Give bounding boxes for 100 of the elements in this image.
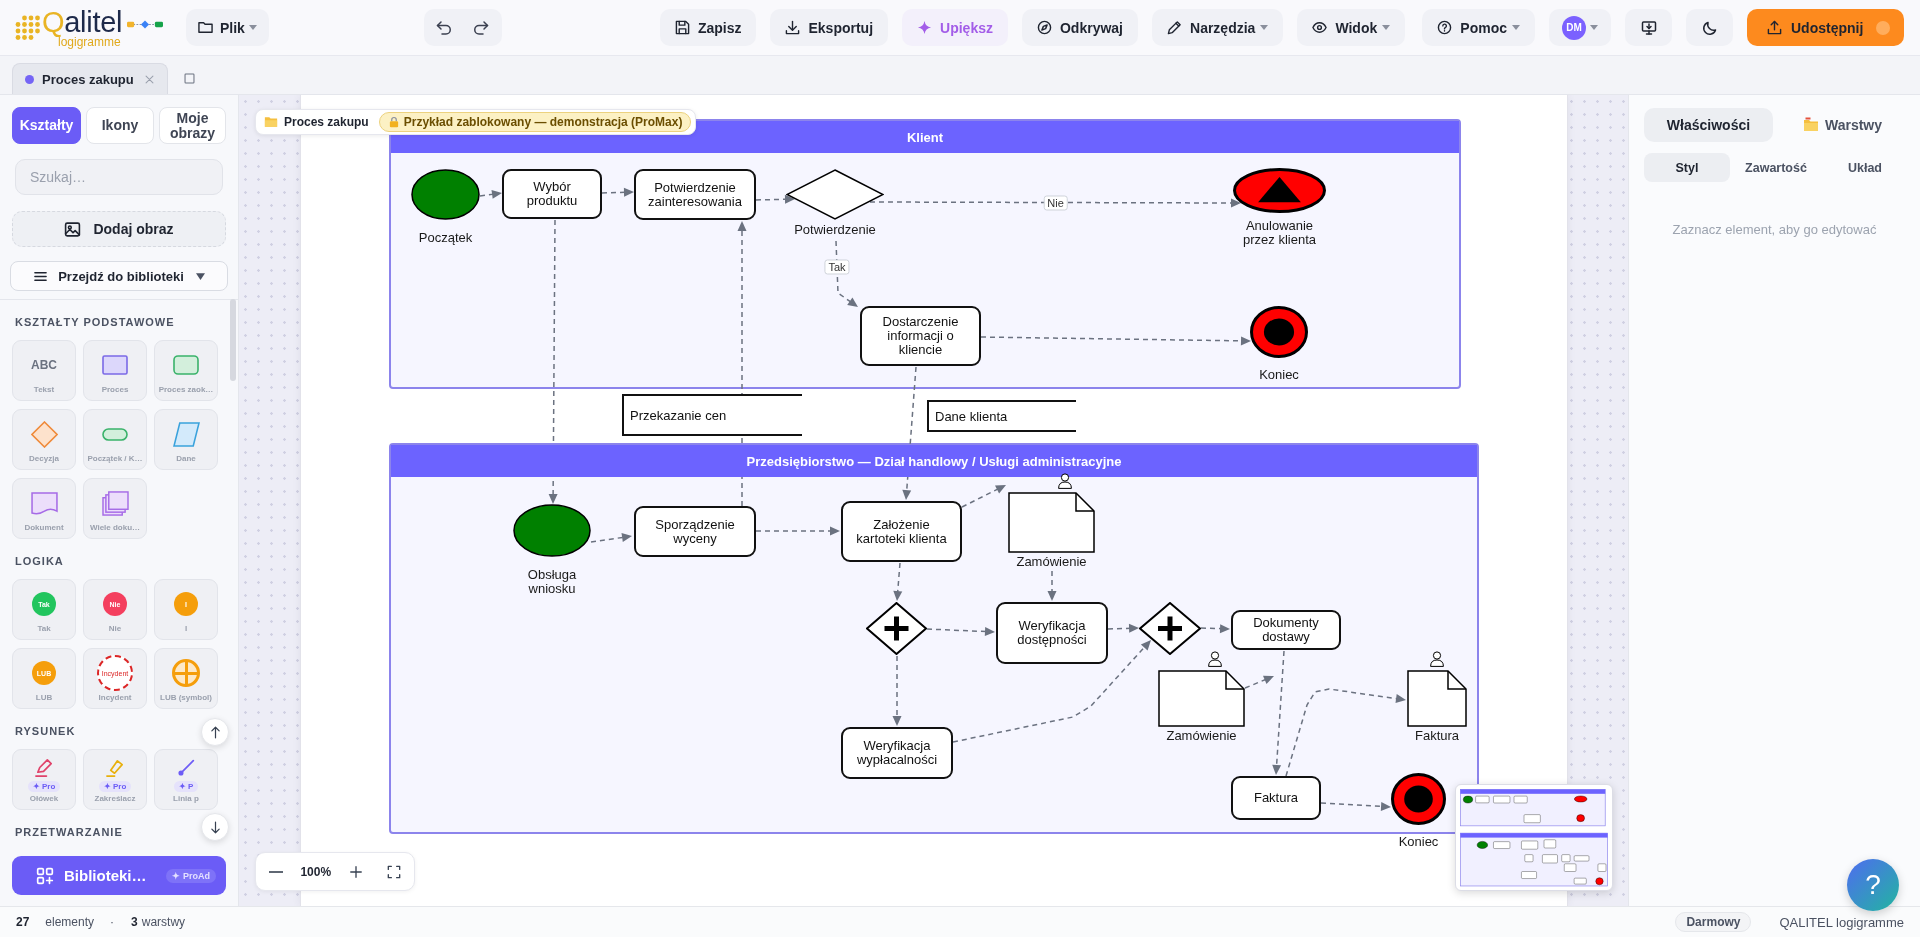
process-step: Założenie kartoteki klienta (841, 501, 962, 562)
document-tab[interactable]: Proces zakupu (12, 63, 168, 94)
share-button[interactable]: Udostępnij (1747, 9, 1904, 46)
layer-count: 3 (131, 915, 138, 929)
sidebar-tab[interactable]: Moje obrazy (159, 107, 226, 144)
shape-tile[interactable]: ✦ Pro Zakreślacz (83, 749, 147, 810)
rounded-rectangle-icon (173, 355, 199, 375)
grid-plus-icon (36, 866, 54, 885)
dot-icon (1876, 20, 1890, 35)
fullscreen-icon (386, 864, 401, 879)
shape-tile[interactable]: ✦ Pro Ołówek (12, 749, 76, 810)
section-heading: RYSUNEK (15, 725, 76, 737)
panel-subtab[interactable]: Styl (1644, 153, 1730, 182)
scroll-down-button[interactable] (201, 813, 229, 841)
sidebar-tab[interactable]: Ikony (86, 107, 154, 144)
pro-badge: ✦ ProAd (166, 868, 216, 883)
document-label: Zamówienie (1016, 555, 1087, 569)
person-icon (1058, 473, 1072, 489)
gateway-label: Potwierdzenie (794, 223, 876, 237)
sparkle-icon (917, 20, 933, 35)
square-icon[interactable] (184, 73, 195, 84)
shape-tile[interactable]: Dane (154, 409, 218, 470)
end-event (1250, 306, 1308, 358)
export-button[interactable]: Eksportuj (770, 9, 889, 46)
section-heading: KSZTAŁTY PODSTAWOWE (15, 316, 175, 328)
file-menu-button[interactable]: Plik (186, 9, 269, 46)
folder-icon (264, 115, 278, 129)
shape-tile[interactable]: LUB (symbol) (154, 648, 218, 709)
diamond-icon (30, 420, 58, 448)
brand-text: QALITEL logigramme (1779, 914, 1904, 930)
pro-badge: ✦ Pro (98, 781, 132, 792)
shape-tile[interactable]: ✦ P Linia p (154, 749, 218, 810)
parallelogram-icon (172, 421, 200, 447)
library-dropdown[interactable]: Przejdź do biblioteki (10, 261, 228, 291)
tools-menu-button[interactable]: Narzędzia (1152, 9, 1284, 46)
layer-count-label: warstwy (141, 915, 186, 929)
flow-diagram-icon (127, 20, 164, 29)
panel-tab[interactable]: Właściwości (1644, 108, 1773, 142)
save-button[interactable]: Zapisz (659, 9, 757, 46)
shape-tile[interactable]: Proces zaok… (154, 340, 218, 401)
shape-tile[interactable]: ABC Tekst (12, 340, 76, 401)
scroll-up-button[interactable] (201, 718, 229, 746)
parallel-gateway (1139, 602, 1201, 655)
demo-notice-text: Przykład zablokowany — demonstracja (ProMax) (403, 115, 683, 129)
breadcrumb-title[interactable]: Proces zakupu (284, 115, 369, 129)
help-menu-button[interactable]: Pomoc (1422, 9, 1535, 46)
process-step: Wybór produktu (502, 169, 602, 219)
panel-subtab[interactable]: Układ (1822, 153, 1908, 182)
element-count-label: elementy (45, 915, 95, 929)
person-icon (1430, 651, 1444, 667)
swimlane-title: Przedsiębiorstwo — Dział handlowy / Usługi administracyjne (746, 453, 1122, 469)
process-step: Dokumenty dostawy (1231, 610, 1341, 650)
pencil-icon (1167, 20, 1182, 35)
process-step: Sporządzenie wyceny (634, 506, 756, 557)
image-icon (64, 220, 82, 238)
monitor-button[interactable] (1625, 9, 1672, 46)
shape-tile[interactable]: Dokument (12, 478, 76, 539)
separator-dot: · (110, 915, 115, 929)
sidebar-tab[interactable]: Kształty (12, 107, 81, 144)
parallel-gateway (866, 602, 927, 655)
panel-tab[interactable]: Warstwy (1778, 108, 1907, 142)
pencil-icon (34, 758, 54, 777)
shape-tile[interactable]: Wiele doku… (83, 478, 147, 539)
pro-badge: ✦ Pro (27, 781, 61, 792)
shape-tile[interactable]: Decyzja (12, 409, 76, 470)
zoom-level: 100% (300, 864, 332, 879)
beautify-button[interactable]: Upiększ (902, 9, 1008, 46)
process-step: Dostarczenie informacji o kliencie (860, 306, 981, 366)
annotation-text: Dane klienta (935, 408, 1008, 424)
panel-subtab[interactable]: Zawartość (1733, 153, 1819, 182)
user-menu-button[interactable]: DM (1549, 9, 1611, 46)
rectangle-icon (102, 355, 128, 375)
pill-icon (102, 427, 128, 441)
scrollbar-thumb[interactable] (230, 299, 236, 381)
abc-text: ABC (31, 358, 57, 372)
eye-icon (1312, 20, 1328, 35)
user-avatar: DM (1562, 15, 1586, 40)
end-event (1391, 773, 1446, 825)
process-step: Weryfikacja wypłacalności (841, 727, 953, 779)
line-icon (177, 759, 195, 776)
element-count: 27 (16, 915, 30, 929)
theme-toggle-button[interactable] (1686, 9, 1733, 46)
view-menu-button[interactable]: Widok (1297, 9, 1406, 46)
search-field[interactable]: Szukaj… (15, 159, 223, 195)
annotation-text: Przekazanie cen (630, 407, 727, 423)
connector-label: Nie (1043, 195, 1068, 210)
libraries-button[interactable]: Biblioteki… ✦ ProAd (12, 856, 226, 895)
shape-tile[interactable]: Proces (83, 340, 147, 401)
add-image-button[interactable]: Dodaj obraz (12, 211, 226, 247)
person-icon (1208, 651, 1222, 667)
shape-tile[interactable]: Początek / K… (83, 409, 147, 470)
folder-icon (198, 20, 213, 35)
document-icon (30, 491, 58, 515)
discover-button[interactable]: Odkrywaj (1022, 9, 1138, 46)
plan-badge: Darmowy (1675, 912, 1752, 932)
event-label: Koniec (1259, 368, 1299, 382)
event-label: Początek (418, 231, 473, 245)
stacked-documents-icon (101, 490, 129, 516)
minus-icon (269, 870, 283, 873)
undo-icon (436, 19, 453, 36)
